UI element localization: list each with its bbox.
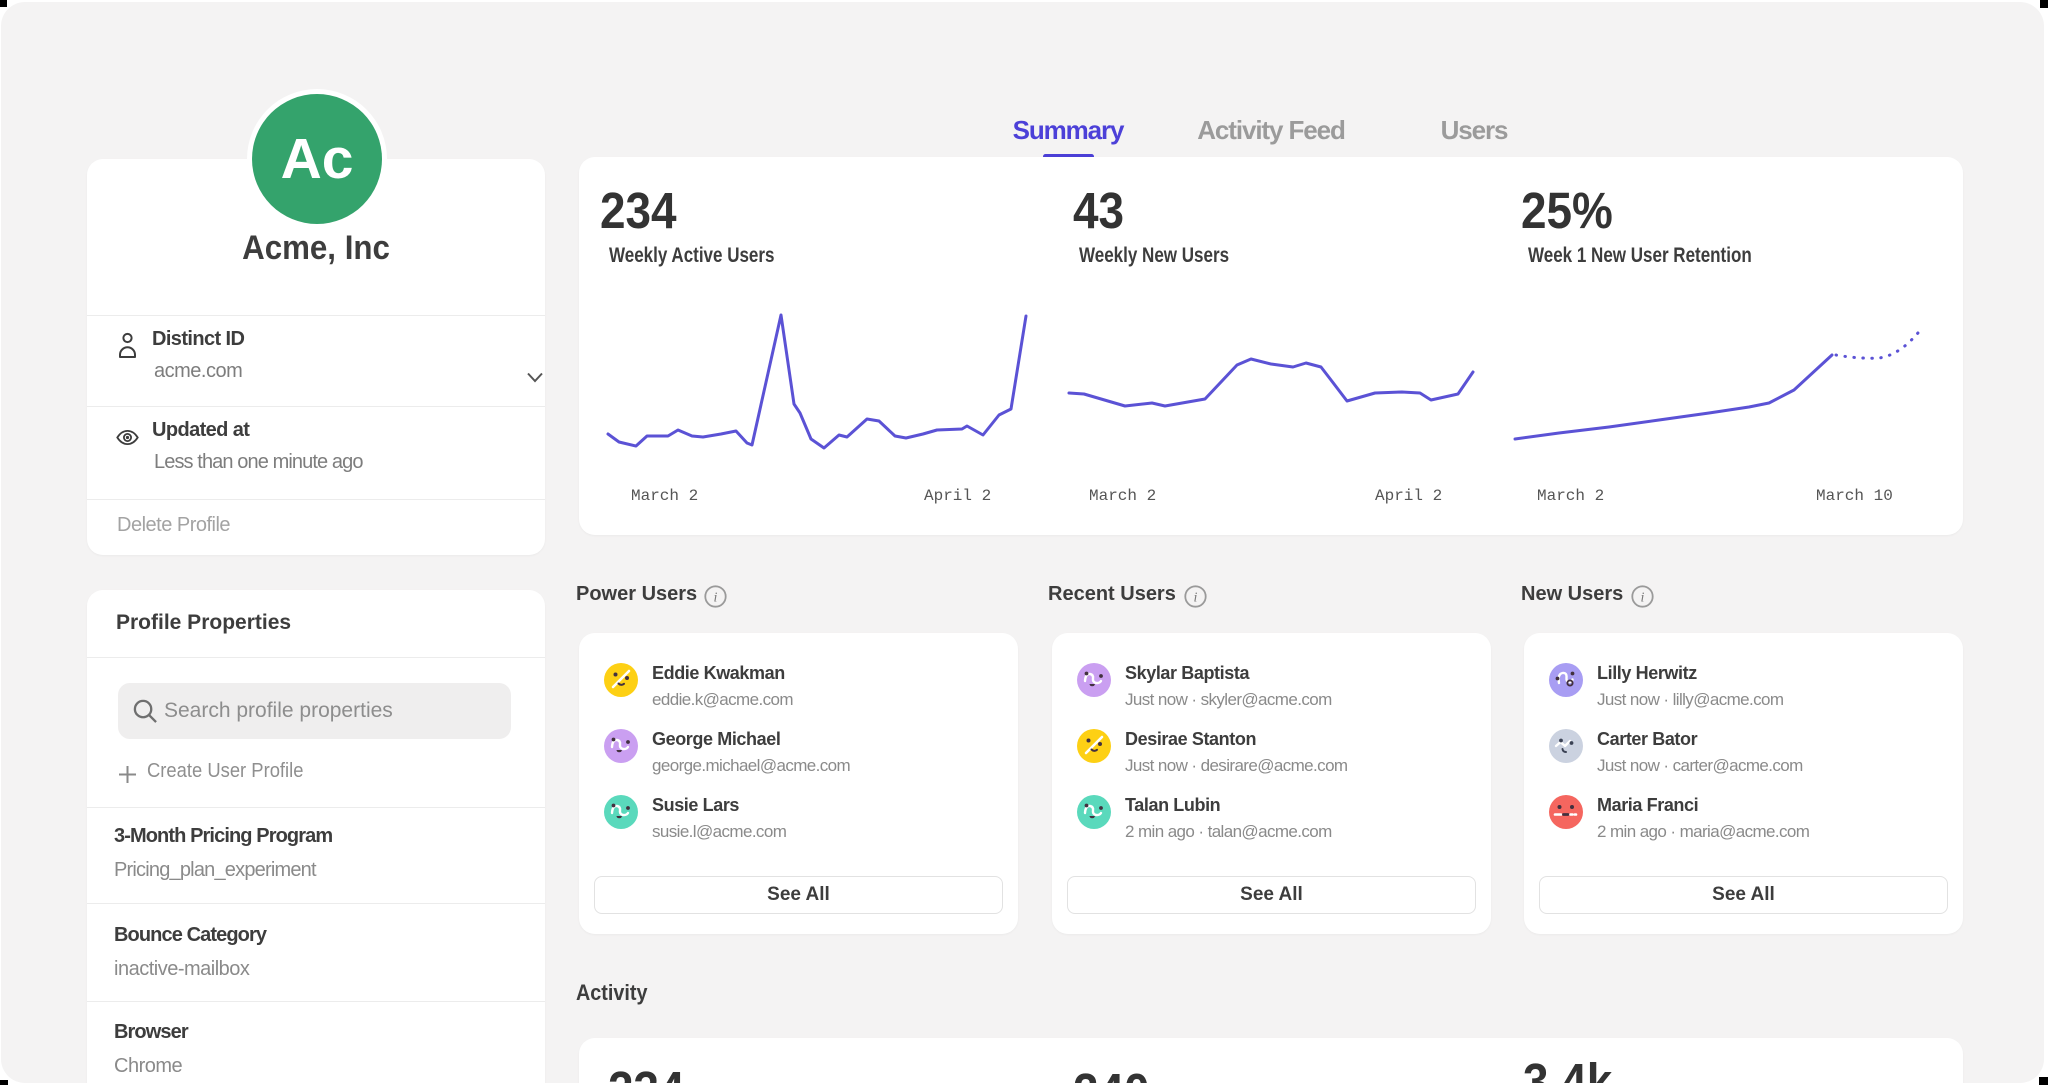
svg-text:i: i <box>1641 590 1645 605</box>
svg-text:i: i <box>714 590 718 605</box>
svg-text:i: i <box>1194 590 1198 605</box>
